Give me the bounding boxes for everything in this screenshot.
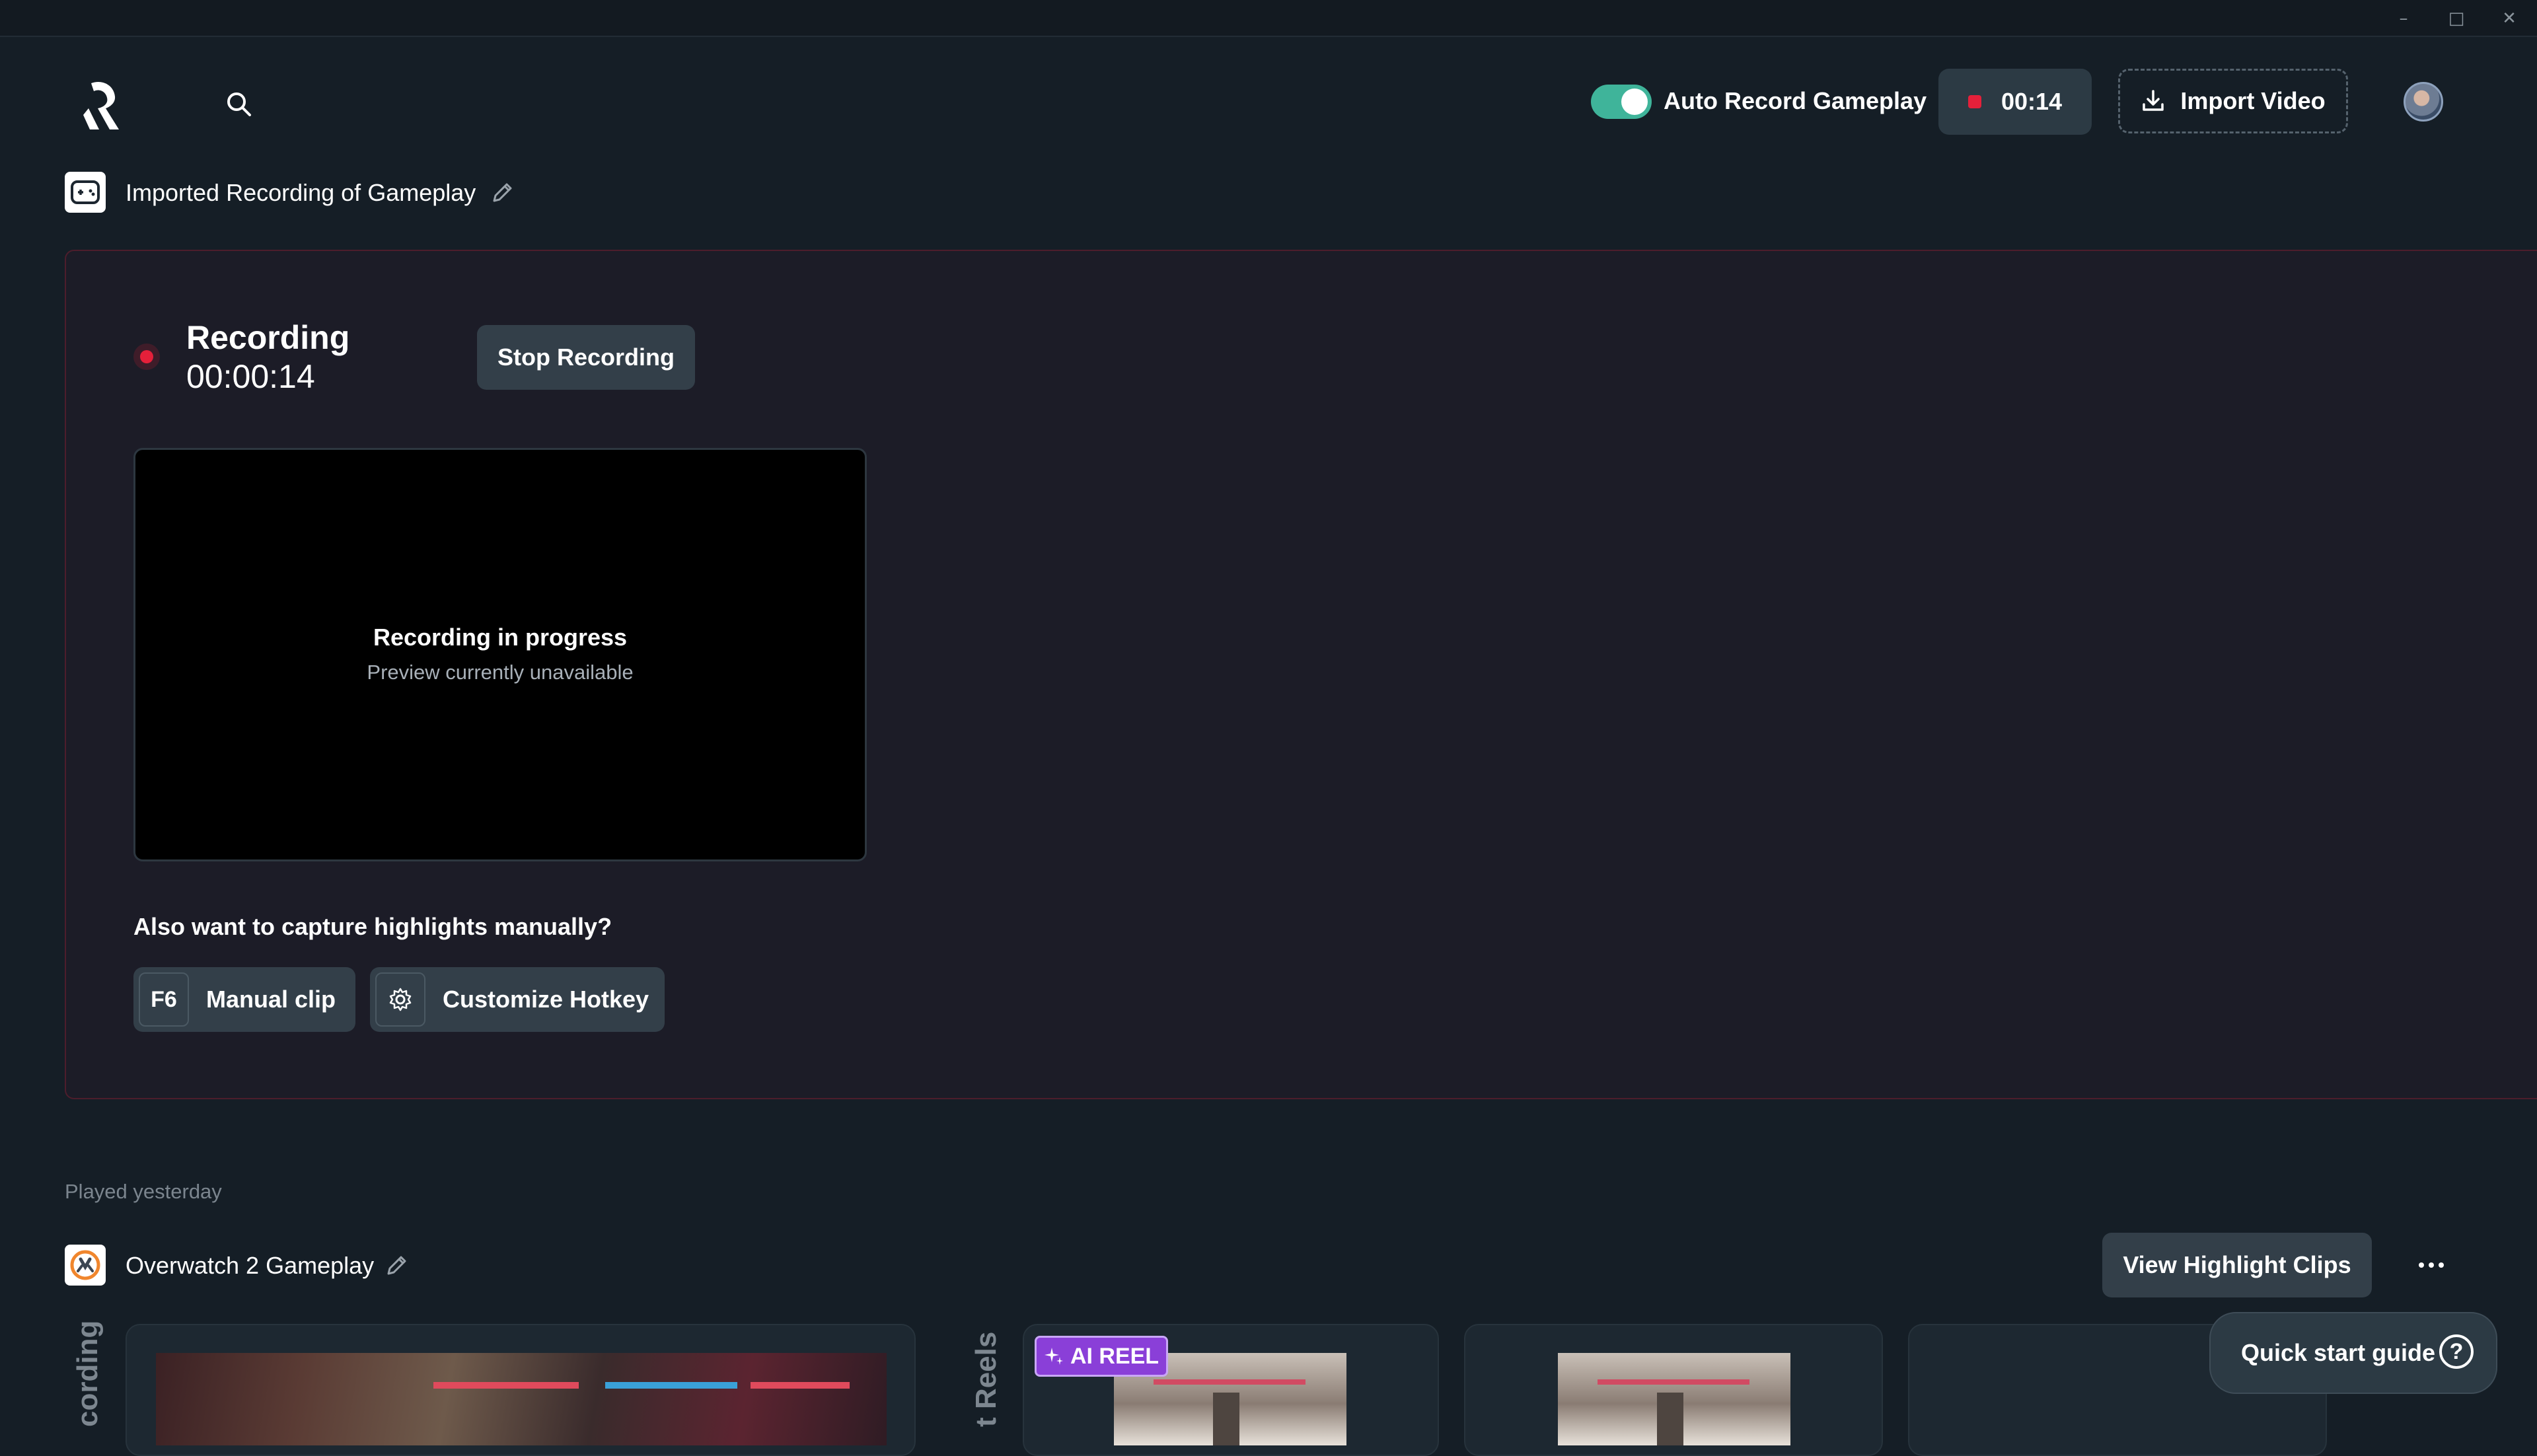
game-session-title: Overwatch 2 Gameplay — [126, 1252, 375, 1279]
recording-card[interactable] — [126, 1324, 916, 1456]
recording-preview — [133, 448, 867, 861]
view-highlight-clips-button[interactable]: View Highlight Clips — [2102, 1233, 2372, 1297]
import-video-label: Import Video — [2180, 87, 2326, 114]
stop-recording-button[interactable]: Stop Recording — [477, 325, 695, 390]
minimize-button[interactable]: – — [2390, 5, 2417, 32]
recording-column-label: cording — [71, 1320, 104, 1427]
search-icon[interactable] — [223, 89, 255, 120]
customize-hotkey-button[interactable]: Customize Hotkey — [370, 967, 665, 1032]
manual-clip-label: Manual clip — [206, 986, 336, 1013]
auto-record-toggle[interactable] — [1591, 85, 1652, 119]
section-label: Played yesterday — [65, 1180, 222, 1203]
recording-status: Recording — [186, 319, 350, 356]
sparkle-icon — [1044, 1348, 1063, 1365]
overwatch-game-icon — [65, 1245, 106, 1286]
manual-clip-button[interactable]: F6 Manual clip — [133, 967, 355, 1032]
record-indicator-icon — [1967, 95, 1981, 108]
import-video-button[interactable]: Import Video — [2118, 69, 2348, 133]
hotkey-badge: F6 — [139, 972, 189, 1027]
manual-highlight-prompt: Also want to capture highlights manually… — [133, 913, 612, 940]
highlight-clip-card[interactable] — [1464, 1324, 1883, 1456]
edit-title-pencil-icon[interactable] — [489, 180, 515, 206]
recording-timer-pill[interactable]: 00:14 — [1938, 69, 2092, 135]
app-logo[interactable] — [79, 74, 132, 133]
auto-record-label: Auto Record Gameplay — [1664, 87, 1927, 114]
ai-reel-badge: AI REEL — [1035, 1336, 1168, 1377]
recording-elapsed-time: 00:00:14 — [186, 358, 315, 395]
preview-subtitle: Preview currently unavailable — [367, 661, 634, 684]
ai-reel-label: AI REEL — [1070, 1343, 1159, 1369]
reels-column-label: t Reels — [970, 1331, 1002, 1427]
help-icon: ? — [2439, 1334, 2474, 1369]
customize-hotkey-label: Customize Hotkey — [443, 986, 649, 1013]
edit-session-pencil-icon[interactable] — [383, 1253, 410, 1279]
toggle-knob — [1621, 89, 1648, 115]
preview-title: Recording in progress — [373, 624, 628, 651]
clip-thumbnail — [1558, 1353, 1790, 1445]
close-button[interactable]: ✕ — [2496, 5, 2522, 32]
window-titlebar — [0, 0, 2537, 37]
download-icon — [2143, 90, 2164, 111]
gear-icon — [375, 972, 425, 1027]
timer-text: 00:14 — [2001, 88, 2063, 115]
recording-thumbnail — [156, 1353, 887, 1445]
recording-title: Imported Recording of Gameplay — [126, 179, 476, 206]
maximize-button[interactable]: □ — [2443, 5, 2470, 32]
recording-live-dot — [140, 350, 153, 363]
gamepad-icon — [65, 172, 106, 213]
user-avatar[interactable] — [2404, 82, 2443, 122]
more-options-icon[interactable] — [2414, 1250, 2448, 1280]
quick-start-guide-button[interactable]: Quick start guide ? — [2209, 1312, 2497, 1394]
quick-start-label: Quick start guide — [2241, 1339, 2436, 1366]
